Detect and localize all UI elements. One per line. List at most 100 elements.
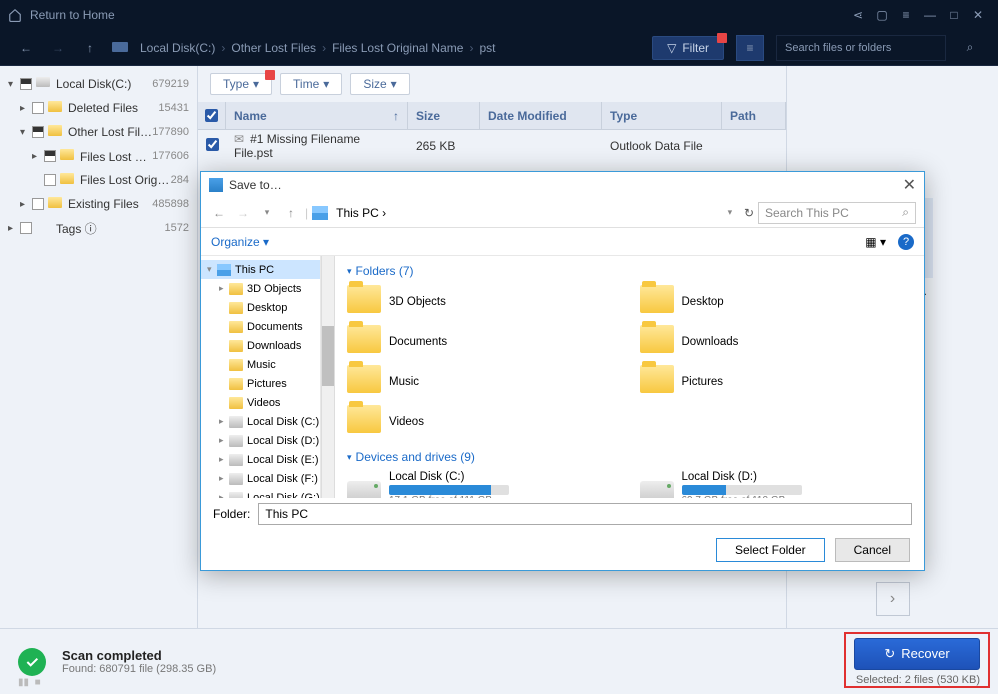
dialog-scrollbar[interactable] bbox=[910, 256, 924, 498]
sidebar-item[interactable]: ▸Deleted Files15431 bbox=[0, 96, 197, 120]
folder-item[interactable]: Desktop bbox=[640, 284, 913, 320]
back-icon[interactable]: ← bbox=[16, 41, 36, 55]
column-size[interactable]: Size bbox=[408, 102, 480, 129]
time-filter-button[interactable]: Time ▾ bbox=[280, 73, 342, 95]
sidebar-item[interactable]: ▸Files Lost Origi… ⓘ177606 bbox=[0, 144, 197, 168]
filter-badge bbox=[717, 33, 727, 43]
organize-menu[interactable]: Organize ▾ bbox=[211, 235, 269, 249]
share-icon[interactable]: ⋖ bbox=[846, 3, 870, 27]
folder-input[interactable] bbox=[258, 503, 912, 525]
scan-status-sub: Found: 680791 file (298.35 GB) bbox=[62, 663, 216, 675]
dialog-tree: ▾This PC▸3D ObjectsDesktopDocumentsDownl… bbox=[201, 256, 321, 498]
drive-item[interactable]: Local Disk (C:)17.1 GB free of 111 GB bbox=[347, 470, 620, 498]
tree-item[interactable]: Downloads bbox=[201, 336, 320, 355]
list-view-button[interactable]: ≡ bbox=[736, 35, 764, 61]
sidebar-item[interactable]: Files Lost Original Dire…284 bbox=[0, 168, 197, 192]
sidebar-item[interactable]: ▸Tags ⓘ1572 bbox=[0, 216, 197, 240]
mail-icon: ✉ bbox=[234, 132, 244, 146]
tree-item[interactable]: ▸Local Disk (D:) bbox=[201, 431, 320, 450]
column-date[interactable]: Date Modified bbox=[480, 102, 602, 129]
folder-label: Folder: bbox=[213, 507, 250, 521]
dialog-path[interactable]: This PC › bbox=[336, 206, 716, 220]
folders-group-header[interactable]: ▾Folders (7) bbox=[347, 264, 912, 278]
refresh-icon[interactable]: ↻ bbox=[744, 206, 754, 220]
menu-icon[interactable]: ≡ bbox=[894, 3, 918, 27]
titlebar: Return to Home ⋖ ▢ ≡ — □ ✕ bbox=[0, 0, 998, 30]
search-icon: ⌕ bbox=[902, 205, 909, 220]
tree-item[interactable]: Music bbox=[201, 355, 320, 374]
size-filter-button[interactable]: Size ▾ bbox=[350, 73, 409, 95]
pause-controls[interactable]: ▮▮ ■ bbox=[18, 677, 41, 688]
search-input[interactable]: Search files or folders bbox=[776, 35, 946, 61]
sort-icon: ↑ bbox=[393, 109, 399, 123]
select-all-checkbox[interactable] bbox=[205, 109, 218, 122]
check-icon bbox=[18, 648, 46, 676]
folder-item[interactable]: 3D Objects bbox=[347, 284, 620, 320]
column-type[interactable]: Type bbox=[602, 102, 722, 129]
drive-item[interactable]: Local Disk (D:)69.7 GB free of 110 GB bbox=[640, 470, 913, 498]
table-row[interactable]: ✉#1 Missing Filename File.pst265 KBOutlo… bbox=[198, 130, 786, 162]
close-icon[interactable]: ✕ bbox=[966, 3, 990, 27]
restore-icon: ↻ bbox=[884, 646, 895, 662]
type-filter-button[interactable]: Type ▾ bbox=[210, 73, 272, 95]
chevron-down-icon: ▾ bbox=[323, 77, 329, 91]
tree-item[interactable]: ▸Local Disk (G:) bbox=[201, 488, 320, 498]
search-icon[interactable]: ⌕ bbox=[958, 40, 982, 55]
dialog-search-input[interactable]: Search This PC ⌕ bbox=[758, 202, 916, 224]
tree-item[interactable]: ▾This PC bbox=[201, 260, 320, 279]
tree-item[interactable]: Videos bbox=[201, 393, 320, 412]
footer: Scan completed Found: 680791 file (298.3… bbox=[0, 628, 998, 694]
folder-item[interactable]: Documents bbox=[347, 324, 620, 360]
app-icon bbox=[209, 178, 223, 192]
dialog-up-icon[interactable]: ↑ bbox=[281, 206, 301, 220]
funnel-icon: ▽ bbox=[667, 41, 676, 55]
tree-item[interactable]: ▸3D Objects bbox=[201, 279, 320, 298]
chevron-down-icon: ▾ bbox=[391, 77, 397, 91]
path-dropdown-icon[interactable]: ▾ bbox=[720, 207, 740, 218]
tree-item[interactable]: ▸Local Disk (E:) bbox=[201, 450, 320, 469]
up-icon[interactable]: ↑ bbox=[80, 41, 100, 55]
dialog-forward-icon: → bbox=[233, 206, 253, 220]
select-folder-button[interactable]: Select Folder bbox=[716, 538, 825, 562]
save-dialog: Save to… ✕ ← → ▾ ↑ | This PC › ▾ ↻ Searc… bbox=[200, 171, 925, 571]
preview-next-button[interactable]: › bbox=[876, 582, 910, 616]
column-name[interactable]: Name↑ bbox=[226, 102, 408, 129]
cancel-button[interactable]: Cancel bbox=[835, 538, 910, 562]
tree-item[interactable]: Desktop bbox=[201, 298, 320, 317]
table-header: Name↑ Size Date Modified Type Path bbox=[198, 102, 786, 130]
tree-item[interactable]: Documents bbox=[201, 317, 320, 336]
folder-item[interactable]: Videos bbox=[347, 404, 620, 440]
column-path[interactable]: Path bbox=[722, 102, 786, 129]
view-mode-button[interactable]: ▦ ▾ bbox=[865, 235, 886, 249]
sidebar-item[interactable]: ▾Local Disk(C:)679219 bbox=[0, 72, 197, 96]
tree-item[interactable]: ▸Local Disk (C:) bbox=[201, 412, 320, 431]
breadcrumb-bar: ← → ↑ Local Disk(C:)› Other Lost Files› … bbox=[0, 30, 998, 66]
row-checkbox[interactable] bbox=[206, 138, 219, 151]
tree-item[interactable]: ▸Local Disk (F:) bbox=[201, 469, 320, 488]
maximize-icon[interactable]: □ bbox=[942, 3, 966, 27]
pc-icon bbox=[312, 206, 328, 220]
folder-item[interactable]: Music bbox=[347, 364, 620, 400]
scan-status-title: Scan completed bbox=[62, 648, 216, 663]
recover-button[interactable]: ↻ Recover bbox=[854, 638, 980, 670]
folder-item[interactable]: Pictures bbox=[640, 364, 913, 400]
drives-group-header[interactable]: ▾Devices and drives (9) bbox=[347, 450, 912, 464]
square-icon[interactable]: ▢ bbox=[870, 3, 894, 27]
home-icon[interactable] bbox=[8, 8, 22, 22]
folder-item[interactable]: Downloads bbox=[640, 324, 913, 360]
tree-item[interactable]: Pictures bbox=[201, 374, 320, 393]
disk-icon bbox=[112, 39, 128, 56]
dialog-title: Save to… bbox=[229, 178, 903, 192]
minimize-icon[interactable]: — bbox=[918, 3, 942, 27]
help-icon[interactable]: ? bbox=[898, 234, 914, 250]
sidebar-item[interactable]: ▾Other Lost Files177890 bbox=[0, 120, 197, 144]
sidebar: ▾Local Disk(C:)679219▸Deleted Files15431… bbox=[0, 66, 198, 628]
tree-scrollbar[interactable] bbox=[321, 256, 335, 498]
dialog-history-icon[interactable]: ▾ bbox=[257, 207, 277, 218]
dialog-close-button[interactable]: ✕ bbox=[903, 175, 916, 195]
dialog-back-icon[interactable]: ← bbox=[209, 206, 229, 220]
breadcrumb[interactable]: Local Disk(C:)› Other Lost Files› Files … bbox=[140, 41, 495, 55]
filter-button[interactable]: ▽ Filter bbox=[652, 36, 724, 60]
return-home-link[interactable]: Return to Home bbox=[30, 8, 115, 22]
sidebar-item[interactable]: ▸Existing Files485898 bbox=[0, 192, 197, 216]
